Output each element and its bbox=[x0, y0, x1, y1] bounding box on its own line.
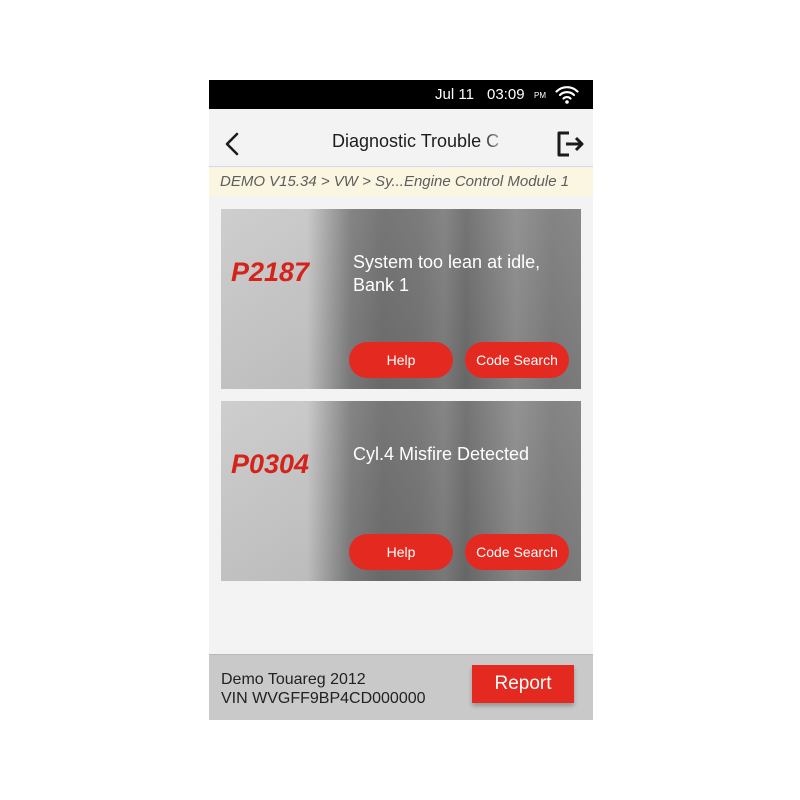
status-ampm: PM bbox=[534, 91, 546, 100]
report-button[interactable]: Report bbox=[472, 665, 574, 703]
help-button[interactable]: Help bbox=[349, 342, 453, 378]
breadcrumb: DEMO V15.34 > VW > Sy...Engine Control M… bbox=[209, 168, 593, 196]
vehicle-vin: VIN WVGFF9BP4CD000000 bbox=[221, 690, 426, 707]
dtc-card: P0304 Cyl.4 Misfire Detected Help Code S… bbox=[221, 401, 581, 581]
code-search-button[interactable]: Code Search bbox=[465, 342, 569, 378]
vehicle-name: Demo Touareg 2012 bbox=[221, 671, 366, 688]
dtc-description: System too lean at idle, Bank 1 bbox=[353, 252, 541, 295]
exit-icon[interactable] bbox=[555, 129, 587, 159]
wifi-icon bbox=[555, 86, 579, 104]
status-date: Jul 11 bbox=[435, 86, 474, 103]
status-time: 03:09 bbox=[487, 86, 525, 103]
vehicle-footer: Demo Touareg 2012 VIN WVGFF9BP4CD000000 … bbox=[209, 654, 593, 720]
dtc-card: P2187 System too lean at idle, Bank 1 He… bbox=[221, 209, 581, 389]
back-arrow-icon[interactable] bbox=[223, 131, 241, 157]
status-bar: Jul 11 03:09 PM bbox=[209, 80, 593, 109]
help-button[interactable]: Help bbox=[349, 534, 453, 570]
code-search-button[interactable]: Code Search bbox=[465, 534, 569, 570]
app-header: Diagnostic Trouble C bbox=[209, 109, 593, 167]
dtc-description: Cyl.4 Misfire Detected bbox=[353, 444, 530, 464]
page-title: Diagnostic Trouble C bbox=[332, 131, 500, 151]
dtc-code: P2187 bbox=[231, 257, 310, 287]
device-screen: Jul 11 03:09 PM Diagnostic Trouble C DEM… bbox=[209, 80, 593, 720]
dtc-code: P0304 bbox=[231, 449, 310, 479]
